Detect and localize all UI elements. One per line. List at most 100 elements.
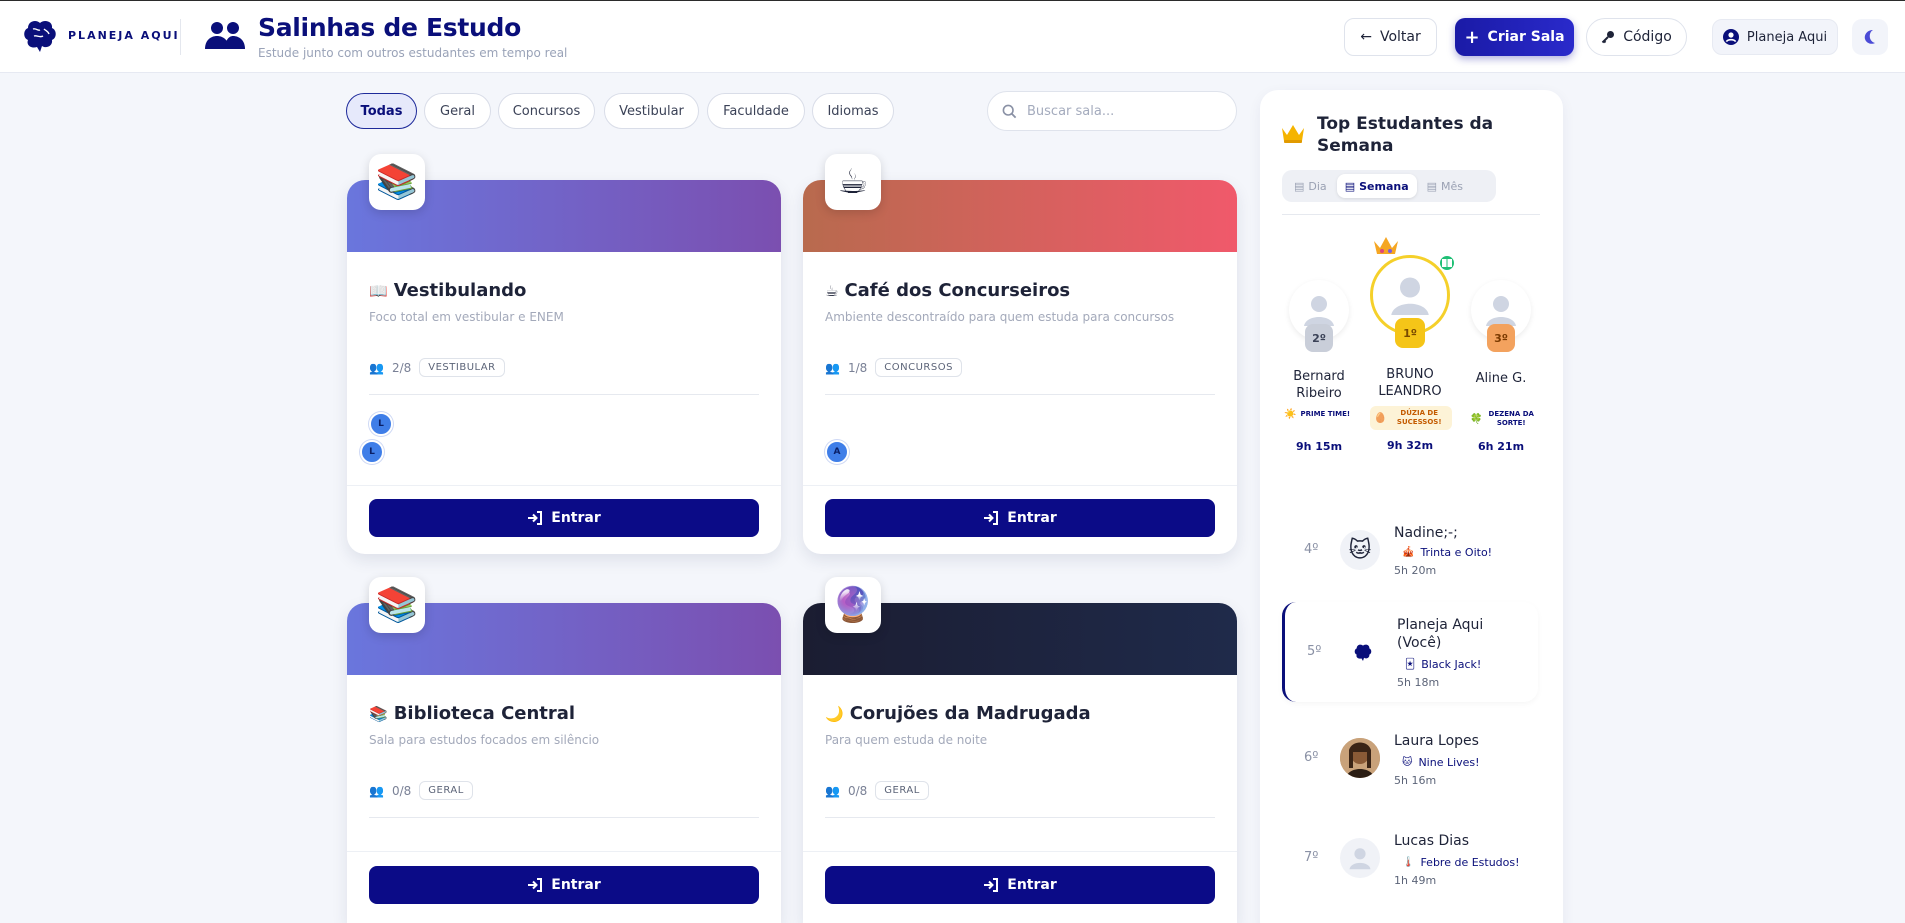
enter-room-button[interactable]: Entrar xyxy=(825,499,1215,537)
study-time: 5h 18m xyxy=(1397,676,1440,689)
filter-chip-todas[interactable]: Todas xyxy=(346,93,417,129)
key-icon xyxy=(1601,31,1615,44)
user-menu-button[interactable]: Planeja Aqui xyxy=(1712,19,1838,55)
create-room-label: Criar Sala xyxy=(1487,29,1565,45)
room-title: 🌙 Corujões da Madrugada xyxy=(825,703,1091,724)
room-occupancy: 2/8 xyxy=(391,360,412,375)
user-achievement: 🐱 Nine Lives! xyxy=(1402,756,1480,769)
rank-badge-1: 1º xyxy=(1395,318,1425,348)
podium-time-1: 9h 32m xyxy=(1386,439,1434,452)
ranking-row[interactable]: 7º Lucas Dias 🌡️ Febre de Estudos! 1h 49… xyxy=(1282,812,1538,902)
user-avatar xyxy=(1340,838,1380,878)
page-subtitle: Estude junto com outros estudantes em te… xyxy=(258,46,568,60)
moon-icon xyxy=(1864,30,1875,44)
search-input[interactable] xyxy=(1027,103,1217,119)
users-icon: 👥 xyxy=(369,783,384,798)
search-box[interactable] xyxy=(987,91,1237,131)
room-occupancy: 0/8 xyxy=(847,783,868,798)
users-icon: 👥 xyxy=(369,360,384,375)
room-title-emoji: 🌙 xyxy=(825,705,844,723)
room-meta: 👥 0/8 GERAL xyxy=(825,781,929,800)
achievement-label: Trinta e Oito! xyxy=(1420,546,1493,559)
enter-room-button[interactable]: Entrar xyxy=(369,499,759,537)
room-category-badge: VESTIBULAR xyxy=(419,358,505,377)
room-description: Sala para estudos focados em silêncio xyxy=(369,733,600,747)
room-category-badge: CONCURSOS xyxy=(875,358,962,377)
crown-icon xyxy=(1282,125,1304,143)
study-time: 5h 20m xyxy=(1394,564,1437,577)
egg-icon: 🥚 xyxy=(1374,412,1387,424)
study-time: 5h 16m xyxy=(1394,774,1437,787)
sign-in-icon xyxy=(528,511,543,525)
rank-position: 7º xyxy=(1304,850,1319,865)
thermometer-icon: 🌡️ xyxy=(1402,857,1415,868)
room-icon: 📚 xyxy=(369,154,425,210)
sign-in-icon xyxy=(528,878,543,892)
brain-logo-icon xyxy=(1354,644,1372,661)
period-tab-dia[interactable]: ▤ Dia xyxy=(1286,174,1335,198)
leaderboard-panel: Top Estudantes da Semana ▤ Dia ▤ Semana ▤ M… xyxy=(1260,90,1563,923)
calendar-icon: ▤ xyxy=(1344,179,1356,193)
user-avatar xyxy=(1340,738,1380,778)
default-avatar-icon xyxy=(1391,277,1429,315)
podium-name-1: BRUNO LEANDRO xyxy=(1378,367,1442,399)
rank-position: 6º xyxy=(1304,750,1319,765)
tent-icon: 🎪 xyxy=(1402,547,1415,558)
room-icon: 📚 xyxy=(369,577,425,633)
enter-room-button[interactable]: Entrar xyxy=(825,866,1215,904)
room-title: 📚 Biblioteca Central xyxy=(369,703,575,724)
podium-time-3: 6h 21m xyxy=(1477,440,1525,453)
user-avatar: 🐱 xyxy=(1340,530,1380,570)
room-title-text: Vestibulando xyxy=(393,280,527,301)
create-room-button[interactable]: + Criar Sala xyxy=(1455,18,1574,56)
room-description: Ambiente descontraído para quem estuda p… xyxy=(825,310,1175,324)
member-avatar: L xyxy=(360,440,384,464)
filter-chip-geral[interactable]: Geral xyxy=(424,93,491,129)
divider xyxy=(369,817,759,818)
room-description: Para quem estuda de noite xyxy=(825,733,988,747)
filter-chip-concursos[interactable]: Concursos xyxy=(498,93,595,129)
divider xyxy=(825,394,1215,395)
theme-toggle-button[interactable] xyxy=(1852,19,1888,55)
room-occupancy: 1/8 xyxy=(847,360,868,375)
ranking-row[interactable]: 4º 🐱 Nadine;-; 🎪 Trinta e Oito! 5h 20m xyxy=(1282,508,1538,592)
room-title: ☕ Café dos Concurseiros xyxy=(825,280,1070,301)
filter-chip-faculdade[interactable]: Faculdade xyxy=(707,93,805,129)
brand[interactable]: PLANEJA AQUI xyxy=(20,15,180,55)
podium-name-3: Aline G. xyxy=(1475,371,1527,386)
room-card: 📚 📖 Vestibulando Foco total em vestibular… xyxy=(347,154,781,554)
room-title: 📖 Vestibulando xyxy=(369,280,526,301)
back-button[interactable]: ← Voltar xyxy=(1344,18,1437,56)
room-card: 🔮 🌙 Corujões da Madrugada Para quem estud… xyxy=(803,577,1237,923)
default-avatar-icon xyxy=(1349,848,1371,870)
divider xyxy=(803,485,1237,486)
divider xyxy=(825,817,1215,818)
ranking-row[interactable]: 6º Laura Lopes 🐱 Nine Lives! 5h 16m xyxy=(1282,712,1538,802)
arrow-left-icon: ← xyxy=(1360,29,1372,45)
room-card: ☕ ☕ Café dos Concurseiros Ambiente descon… xyxy=(803,154,1237,554)
rank-badge-2: 2º xyxy=(1305,324,1333,352)
user-name: Planeja Aqui xyxy=(1746,29,1828,45)
enter-room-button[interactable]: Entrar xyxy=(369,866,759,904)
room-title-text: Biblioteca Central xyxy=(393,703,576,724)
room-meta: 👥 0/8 GERAL xyxy=(369,781,473,800)
user-achievement: 🌡️ Febre de Estudos! xyxy=(1402,856,1520,869)
period-tab-mes[interactable]: ▤ Mês xyxy=(1419,174,1471,198)
ranking-row-current-user[interactable]: 5º Planeja Aqui (Você) 🃏 Black Jack! 5h … xyxy=(1282,602,1538,702)
photo-avatar-icon xyxy=(1340,738,1380,778)
sign-in-icon xyxy=(984,878,999,892)
podium-achievement-3: 🍀 DEZENA DA SORTE! xyxy=(1470,410,1536,428)
filter-chip-idiomas[interactable]: Idiomas xyxy=(812,93,894,129)
room-description: Foco total em vestibular e ENEM xyxy=(369,310,564,324)
member-avatar: L xyxy=(369,412,393,436)
period-tab-semana[interactable]: ▤ Semana xyxy=(1336,174,1417,198)
rank-position: 4º xyxy=(1304,542,1319,557)
podium-achievement-1: 🥚 DÚZIA DE SUCESSOS! xyxy=(1370,406,1452,430)
book-badge-icon xyxy=(1438,254,1456,272)
divider xyxy=(1282,214,1540,215)
filter-chip-vestibular[interactable]: Vestibular xyxy=(604,93,699,129)
search-icon xyxy=(1002,104,1017,118)
room-code-button[interactable]: Código xyxy=(1586,18,1687,56)
enter-room-label: Entrar xyxy=(1007,877,1057,893)
period-selector: ▤ Dia ▤ Semana ▤ Mês xyxy=(1282,170,1496,202)
